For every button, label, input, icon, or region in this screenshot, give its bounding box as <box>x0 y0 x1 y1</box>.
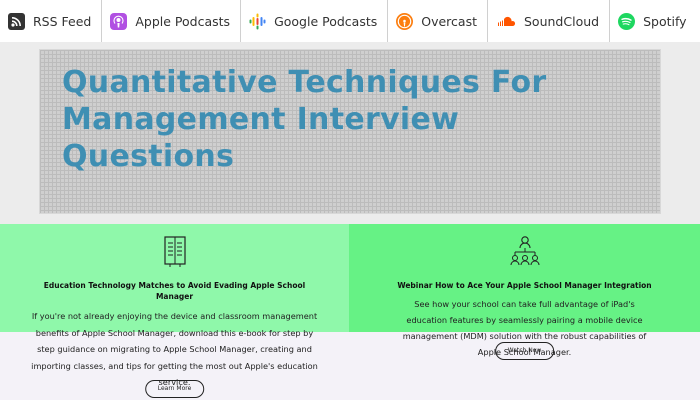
spotify-label: Spotify <box>643 13 687 29</box>
spotify-icon <box>618 12 636 30</box>
apple-podcasts-link[interactable]: Apple Podcasts <box>102 0 242 42</box>
hero-banner: Quantitative Techniques For Management I… <box>40 50 660 213</box>
google-podcasts-icon <box>249 13 266 30</box>
rss-feed-label: RSS Feed <box>33 13 92 29</box>
spotify-link[interactable]: Spotify <box>610 0 696 42</box>
ebook-card-content: If you're not already enjoying the devic… <box>0 224 349 400</box>
webinar-card-content: See how your school can take full advant… <box>349 224 700 400</box>
watch-now-button[interactable]: Watch Now <box>494 342 555 360</box>
learn-more-button[interactable]: Learn More <box>144 380 205 398</box>
podcast-subscribe-bar: RSS Feed Apple Podcasts Google Podcasts … <box>0 0 700 42</box>
page-title: Quantitative Techniques For Management I… <box>62 65 547 174</box>
apple-podcasts-label: Apple Podcasts <box>135 13 231 29</box>
soundcloud-link[interactable]: SoundCloud <box>488 0 611 42</box>
rss-feed-link[interactable]: RSS Feed <box>0 0 103 42</box>
overcast-icon <box>396 12 414 30</box>
google-podcasts-link[interactable]: Google Podcasts <box>241 0 389 42</box>
rss-icon <box>8 12 25 30</box>
soundcloud-label: SoundCloud <box>524 13 600 29</box>
overcast-label: Overcast <box>421 13 477 29</box>
google-podcasts-label: Google Podcasts <box>274 13 378 29</box>
soundcloud-icon <box>496 13 516 30</box>
apple-podcasts-icon <box>110 12 128 30</box>
overcast-link[interactable]: Overcast <box>388 0 488 42</box>
ebook-card-text: If you're not already enjoying the devic… <box>31 311 318 387</box>
